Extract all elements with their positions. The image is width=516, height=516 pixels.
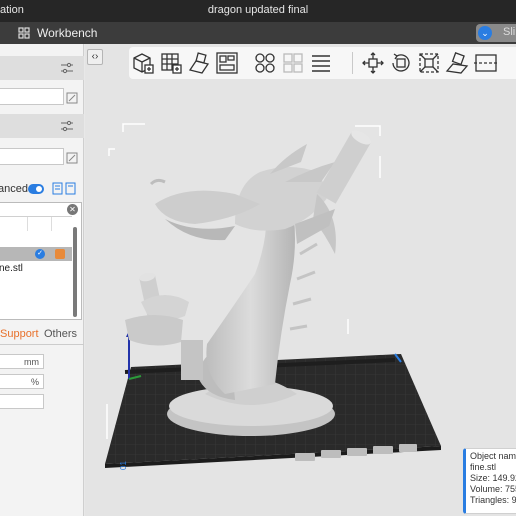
- check-icon[interactable]: ✓: [35, 249, 45, 259]
- unit-label: mm: [24, 357, 39, 367]
- warning-icon[interactable]: [55, 249, 65, 259]
- plate-number: 01: [119, 461, 128, 470]
- filament-section-header: [0, 114, 84, 138]
- object-list-scrollbar[interactable]: [73, 227, 77, 317]
- scene-canvas[interactable]: 01: [85, 44, 516, 516]
- object-info-panel: Object name fine.stl Size: 149.92 Volume…: [463, 448, 516, 514]
- tabs-divider: [0, 344, 84, 345]
- edit-icon[interactable]: [66, 91, 78, 104]
- edit-icon[interactable]: [66, 151, 78, 164]
- process-select[interactable]: [0, 148, 64, 165]
- column-divider: [27, 217, 28, 231]
- column-divider: [51, 217, 52, 231]
- object-list-item[interactable]: ne.stl: [0, 263, 23, 274]
- slice-button[interactable]: ⌄ Sli: [476, 24, 516, 42]
- 3d-viewport[interactable]: ‹› 01 Object name fine.stl Size: 149.92 …: [85, 44, 516, 516]
- app-window: ation dragon updated final Workbench ⌄ S…: [0, 0, 516, 516]
- menu-bar: Workbench ⌄ Sli: [0, 22, 516, 44]
- printer-select[interactable]: [0, 88, 64, 105]
- unit-label: %: [30, 377, 39, 387]
- param-input-percent[interactable]: %: [0, 374, 44, 389]
- object-list-divider: [0, 216, 72, 217]
- tab-others[interactable]: Others: [44, 328, 77, 340]
- advanced-label: anced: [0, 183, 28, 195]
- advanced-toggle[interactable]: [28, 184, 44, 194]
- settings-tabs: Support Others: [0, 326, 84, 344]
- settings-sliders-icon[interactable]: [60, 61, 74, 79]
- printer-section-header: [0, 56, 84, 80]
- compare-icon[interactable]: [52, 182, 78, 201]
- object-name-label: Object name: [470, 451, 516, 461]
- object-list: ✕ ✓ ne.stl: [0, 202, 82, 320]
- param-input[interactable]: [0, 394, 44, 409]
- settings-sliders-icon[interactable]: [60, 119, 74, 137]
- left-sidebar: anced ✕ ✓ ne.stl Support Others mm %: [0, 44, 84, 516]
- param-input-mm[interactable]: mm: [0, 354, 44, 369]
- title-bar: ation dragon updated final: [0, 0, 516, 22]
- object-volume: Volume: 755: [470, 484, 516, 494]
- slice-button-label: Sli: [503, 26, 516, 38]
- workbench-menu[interactable]: Workbench: [37, 26, 97, 40]
- object-triangles: Triangles: 99: [470, 495, 516, 505]
- tab-support[interactable]: Support: [0, 328, 39, 340]
- workbench-icon[interactable]: [18, 27, 30, 42]
- object-size: Size: 149.92: [470, 473, 516, 483]
- object-name-value: fine.stl: [470, 462, 497, 472]
- document-title: dragon updated final: [207, 4, 309, 16]
- close-icon[interactable]: ✕: [67, 204, 78, 215]
- chevron-down-icon[interactable]: ⌄: [478, 26, 492, 40]
